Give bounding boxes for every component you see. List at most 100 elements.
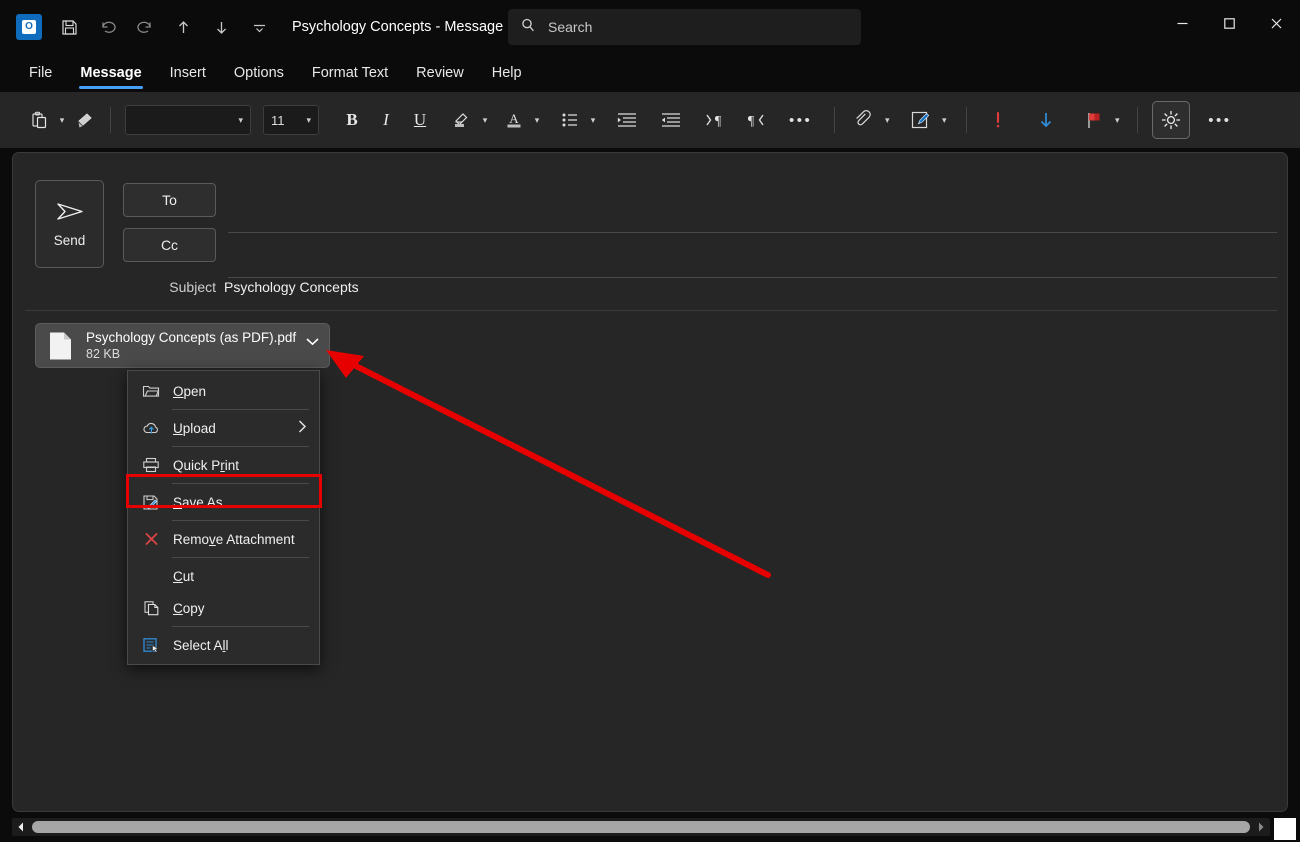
menu-separator	[172, 557, 309, 558]
menu-item-upload[interactable]: Upload	[128, 412, 319, 444]
scroll-left-icon[interactable]	[12, 818, 30, 836]
ribbon-toolbar: ▾ ▾ 11 ▾ B I U ▾ A ▾ ▾ ¶ ¶ ••• ▾ ▾ ▾ •••	[0, 92, 1300, 230]
tab-message[interactable]: Message	[69, 61, 152, 89]
immersive-reader-icon[interactable]	[1152, 101, 1191, 139]
underline-button[interactable]: U	[403, 103, 437, 137]
to-field-underline[interactable]	[228, 232, 1277, 233]
italic-button[interactable]: I	[369, 103, 403, 137]
follow-up-flag-icon[interactable]	[1079, 103, 1109, 137]
signature-icon[interactable]	[905, 103, 936, 137]
outlook-icon: O	[16, 14, 42, 40]
printer-icon	[138, 455, 164, 475]
search-input[interactable]: Search	[508, 9, 861, 45]
high-importance-icon[interactable]	[983, 103, 1013, 137]
send-arrow-icon	[56, 203, 83, 220]
horizontal-scroll-thumb[interactable]	[32, 821, 1250, 833]
attach-file-icon[interactable]	[849, 103, 879, 137]
minimize-button[interactable]	[1159, 0, 1206, 46]
customize-quick-access-toolbar-icon[interactable]	[240, 8, 278, 46]
menu-item-upload-label: Upload	[173, 420, 216, 436]
increase-indent-icon[interactable]	[655, 103, 687, 137]
tab-file[interactable]: File	[18, 61, 63, 84]
font-size-chevron-down-icon[interactable]: ▾	[306, 115, 311, 126]
more-formatting-options-icon[interactable]: •••	[785, 103, 816, 137]
cut-icon-placeholder	[138, 566, 164, 586]
menu-separator	[172, 409, 309, 410]
cloud-upload-icon	[138, 418, 164, 438]
to-button[interactable]: To	[123, 183, 216, 217]
text-highlight-color-icon[interactable]	[447, 103, 477, 137]
decrease-indent-icon[interactable]	[611, 103, 643, 137]
tab-insert[interactable]: Insert	[159, 61, 217, 84]
menu-item-copy[interactable]: Copy	[128, 592, 319, 624]
bold-button[interactable]: B	[335, 103, 369, 137]
menu-item-quick-print-label: Quick Print	[173, 457, 240, 473]
pdf-file-icon	[48, 331, 74, 361]
font-name-input[interactable]: ▾	[125, 105, 251, 135]
menu-item-quick-print[interactable]: Quick Print	[128, 449, 319, 481]
highlight-chevron-down-icon[interactable]: ▾	[477, 103, 493, 137]
tab-help[interactable]: Help	[481, 61, 533, 84]
font-color-chevron-down-icon[interactable]: ▾	[529, 103, 545, 137]
close-button[interactable]	[1253, 0, 1300, 46]
title-bar: O Psychology Concepts - Message (HT... S…	[0, 0, 1300, 54]
redo-icon[interactable]	[126, 8, 164, 46]
right-to-left-text-direction-icon[interactable]: ¶	[739, 103, 771, 137]
signature-chevron-down-icon[interactable]: ▾	[936, 103, 952, 137]
toolbar-overflow-icon[interactable]: •••	[1204, 103, 1235, 137]
format-painter-icon[interactable]	[70, 103, 100, 137]
attachment-chip[interactable]: Psychology Concepts (as PDF).pdf 82 KB	[35, 323, 330, 368]
toolbar-separator-3	[966, 107, 968, 133]
subject-input[interactable]: Psychology Concepts	[224, 279, 359, 295]
font-name-chevron-down-icon[interactable]: ▾	[238, 115, 243, 126]
menu-item-save-as[interactable]: Save As	[128, 486, 319, 518]
send-button-label: Send	[53, 233, 86, 248]
font-color-icon[interactable]: A	[499, 103, 529, 137]
attach-chevron-down-icon[interactable]: ▾	[879, 103, 895, 137]
quick-access-toolbar: O	[0, 8, 278, 46]
search-icon	[520, 17, 536, 38]
font-size-input[interactable]: 11 ▾	[263, 105, 319, 135]
svg-text:¶: ¶	[715, 114, 722, 129]
attachment-name: Psychology Concepts (as PDF).pdf	[86, 330, 297, 345]
tab-options[interactable]: Options	[223, 61, 295, 84]
window-title: Psychology Concepts - Message (HT...	[292, 19, 542, 35]
attachment-chevron-down-icon[interactable]	[305, 337, 320, 350]
menu-item-remove-attachment[interactable]: Remove Attachment	[128, 523, 319, 555]
menu-item-cut-label: Cut	[173, 568, 195, 584]
send-button[interactable]: Send	[35, 180, 104, 268]
bullets-icon[interactable]	[555, 103, 585, 137]
undo-icon[interactable]	[88, 8, 126, 46]
tab-review[interactable]: Review	[405, 61, 475, 84]
next-item-icon[interactable]	[202, 8, 240, 46]
scroll-right-icon[interactable]	[1252, 818, 1270, 836]
menu-separator	[172, 446, 309, 447]
copy-icon	[138, 598, 164, 618]
cc-field-underline[interactable]	[228, 277, 1277, 278]
menu-item-cut[interactable]: Cut	[128, 560, 319, 592]
select-all-icon	[138, 635, 164, 655]
svg-text:¶: ¶	[748, 114, 755, 129]
follow-up-chevron-down-icon[interactable]: ▾	[1109, 103, 1125, 137]
svg-text:A: A	[509, 111, 519, 126]
cc-button[interactable]: Cc	[123, 228, 216, 262]
toolbar-separator	[110, 107, 111, 133]
previous-item-icon[interactable]	[164, 8, 202, 46]
paste-chevron-down-icon[interactable]: ▾	[54, 103, 70, 137]
left-to-right-text-direction-icon[interactable]: ¶	[699, 103, 731, 137]
bullets-chevron-down-icon[interactable]: ▾	[585, 103, 601, 137]
tab-format-text[interactable]: Format Text	[301, 61, 399, 84]
attachment-size: 82 KB	[86, 347, 121, 361]
save-icon[interactable]	[50, 8, 88, 46]
attachment-text: Psychology Concepts (as PDF).pdf 82 KB	[86, 330, 296, 361]
menu-item-open-label: Open	[173, 383, 207, 399]
maximize-button[interactable]	[1206, 0, 1253, 46]
low-importance-icon[interactable]	[1031, 103, 1061, 137]
menu-item-select-all[interactable]: Select All	[128, 629, 319, 661]
font-size-value: 11	[271, 112, 285, 128]
subject-divider	[25, 310, 1277, 311]
horizontal-scrollbar[interactable]	[12, 818, 1270, 836]
ribbon-tab-bar: File Message Insert Options Format Text …	[0, 54, 1300, 90]
paste-icon[interactable]	[24, 103, 54, 137]
menu-item-open[interactable]: Open	[128, 375, 319, 407]
